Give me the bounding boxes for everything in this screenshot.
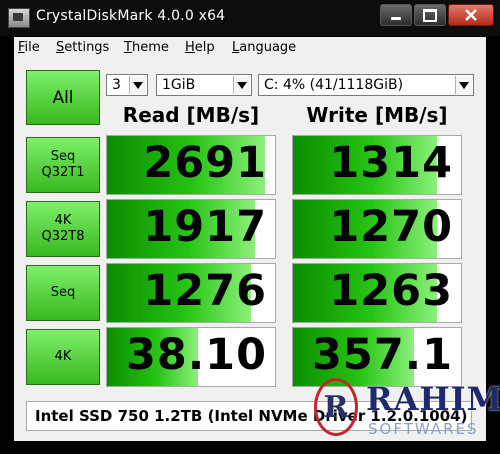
menu-theme-accel: T	[124, 40, 132, 55]
title-bar: CrystalDiskMark 4.0.0 x64	[0, 0, 500, 36]
test-button-seq[interactable]: Seq	[26, 265, 100, 321]
window-controls	[378, 4, 494, 26]
write-result-seq: 1263	[292, 263, 462, 323]
menu-help[interactable]: Help	[185, 40, 215, 55]
menu-theme[interactable]: Theme	[124, 40, 169, 55]
chevron-down-icon	[233, 76, 250, 94]
watermark-sub: SOFTWARES	[368, 420, 479, 438]
read-result-4k: 38.10	[106, 327, 276, 387]
chevron-down-icon	[129, 76, 146, 94]
window-title: CrystalDiskMark 4.0.0 x64	[36, 8, 226, 24]
read-value: 1917	[143, 202, 267, 252]
test-count-select[interactable]: 3	[106, 74, 148, 96]
write-value: 1270	[329, 202, 453, 252]
test-label-line2: Q32T1	[41, 165, 85, 180]
menu-settings[interactable]: Settings	[56, 40, 109, 55]
test-size-value: 1GiB	[162, 77, 196, 93]
crystaldiskmark-window: CrystalDiskMark 4.0.0 x64 File Settings …	[0, 0, 500, 454]
test-button-4k[interactable]: 4K	[26, 329, 100, 385]
write-result-4k-q32t8: 1270	[292, 199, 462, 259]
menu-help-label: elp	[194, 40, 215, 55]
menu-language-label: anguage	[239, 40, 297, 55]
watermark-logo: R RAHIM SOFTWARES	[314, 378, 500, 448]
write-value: 1314	[329, 138, 453, 188]
run-all-button[interactable]: All	[26, 70, 100, 125]
menu-help-accel: H	[185, 40, 195, 55]
read-value: 2691	[143, 138, 267, 188]
test-label-line1: Seq	[50, 285, 76, 300]
chevron-down-icon	[455, 76, 472, 94]
write-value: 1263	[329, 266, 453, 316]
test-label-line1: 4K	[54, 213, 72, 228]
write-result-seq-q32t1: 1314	[292, 135, 462, 195]
read-result-seq: 1276	[106, 263, 276, 323]
write-value: 357.1	[311, 330, 453, 380]
app-disk-icon	[8, 8, 30, 28]
menu-language[interactable]: Language	[232, 40, 296, 55]
read-value: 1276	[143, 266, 267, 316]
read-result-seq-q32t1: 2691	[106, 135, 276, 195]
drive-select[interactable]: C: 4% (41/1118GiB)	[258, 74, 474, 96]
test-size-select[interactable]: 1GiB	[156, 74, 252, 96]
watermark-r-emblem: R	[314, 378, 358, 436]
test-label-line1: 4K	[54, 349, 72, 364]
maximize-icon	[423, 8, 437, 22]
close-button[interactable]	[448, 4, 494, 26]
test-label-line1: Seq	[50, 149, 76, 164]
minimize-button[interactable]	[380, 4, 412, 26]
watermark-name: RAHIM	[366, 380, 500, 418]
test-button-4k-q32t8[interactable]: 4K Q32T8	[26, 201, 100, 257]
write-column-header: Write [MB/s]	[306, 103, 448, 127]
close-icon	[465, 9, 477, 21]
menu-bar: File Settings Theme Help Language	[14, 37, 486, 59]
test-label-line2: Q32T8	[41, 229, 85, 244]
read-column-header: Read [MB/s]	[122, 103, 260, 127]
menu-file[interactable]: File	[18, 40, 40, 55]
drive-value: C: 4% (41/1118GiB)	[264, 77, 404, 93]
menu-theme-label: heme	[131, 40, 169, 55]
test-count-value: 3	[112, 77, 121, 93]
maximize-button[interactable]	[414, 4, 446, 26]
test-button-seq-q32t1[interactable]: Seq Q32T1	[26, 137, 100, 193]
menu-settings-label: ettings	[64, 40, 110, 55]
read-value: 38.10	[125, 330, 267, 380]
read-result-4k-q32t8: 1917	[106, 199, 276, 259]
menu-file-label: ile	[24, 40, 40, 55]
minimize-icon	[391, 16, 401, 20]
